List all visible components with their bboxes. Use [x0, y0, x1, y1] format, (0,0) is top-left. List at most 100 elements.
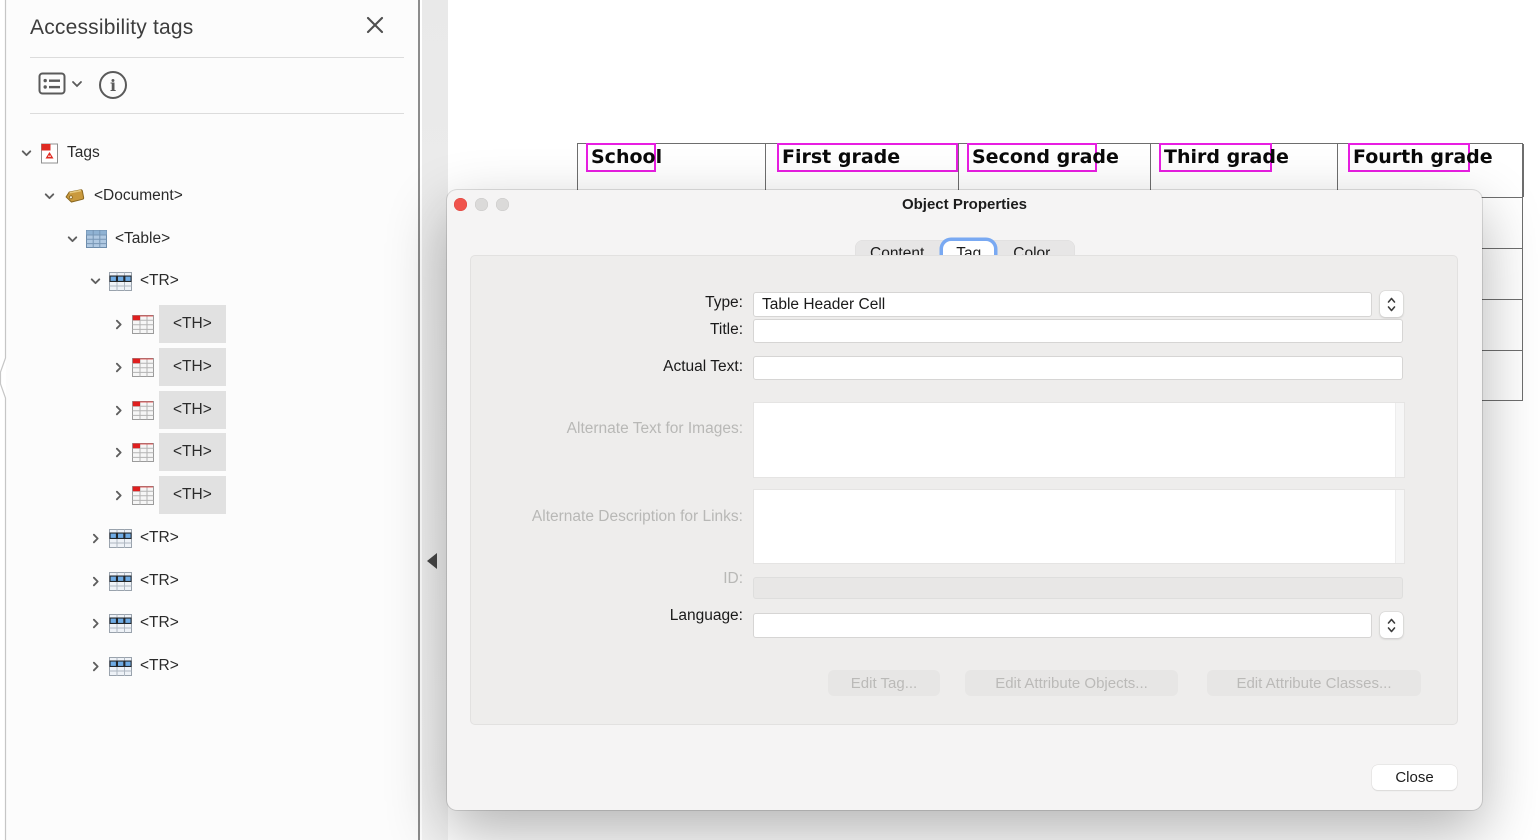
- table-header-icon: [132, 401, 154, 420]
- divider: [30, 57, 404, 58]
- table-header-text: Second grade: [969, 146, 1119, 168]
- tree-item-label[interactable]: <TR>: [137, 572, 182, 590]
- table-header-icon: [132, 443, 154, 462]
- tree-item-label[interactable]: <TH>: [159, 391, 226, 429]
- tree-item-label[interactable]: <TH>: [159, 433, 226, 471]
- table-row-icon: [109, 529, 132, 548]
- chevron-right-icon[interactable]: [108, 361, 128, 374]
- type-stepper[interactable]: [1380, 291, 1403, 317]
- type-label: Type:: [483, 294, 743, 312]
- table-header-icon: [132, 315, 154, 334]
- tree-item-label[interactable]: <Document>: [91, 187, 186, 205]
- chevron-right-icon[interactable]: [85, 660, 105, 673]
- tree-item-tr[interactable]: <TR>: [6, 602, 418, 644]
- chevron-right-icon[interactable]: [85, 532, 105, 545]
- chevron-down-icon[interactable]: [16, 147, 36, 160]
- svg-text:i: i: [110, 76, 116, 95]
- scrollbar-track: [1395, 403, 1404, 477]
- chevron-right-icon[interactable]: [108, 446, 128, 459]
- tree-item-tr[interactable]: <TR>: [6, 260, 418, 302]
- chevron-right-icon[interactable]: [85, 617, 105, 630]
- chevron-down-icon[interactable]: [39, 190, 59, 203]
- info-icon: i: [98, 70, 128, 100]
- pdf-icon: [40, 143, 59, 164]
- edit-attribute-classes-button: Edit Attribute Classes...: [1207, 670, 1421, 696]
- close-dialog-button[interactable]: Close: [1372, 765, 1457, 790]
- id-label: ID:: [483, 570, 743, 588]
- tree-item-label[interactable]: <Table>: [112, 230, 173, 248]
- tree-item-th[interactable]: <TH>: [6, 303, 418, 345]
- info-button[interactable]: i: [98, 70, 128, 100]
- tree-item-label[interactable]: <TH>: [159, 348, 226, 386]
- alt-desc-links-label: Alternate Description for Links:: [483, 508, 743, 526]
- tree-item-tr[interactable]: <TR>: [6, 517, 418, 559]
- actual-text-label: Actual Text:: [483, 358, 743, 376]
- chevron-down-icon[interactable]: [62, 233, 82, 246]
- title-input[interactable]: [753, 319, 1403, 343]
- stepper-arrows-icon: [1387, 297, 1396, 312]
- language-input[interactable]: [753, 613, 1372, 638]
- id-input: [753, 577, 1403, 599]
- language-stepper[interactable]: [1380, 612, 1403, 638]
- alt-text-images-textarea: [753, 402, 1405, 478]
- tree-item-document[interactable]: <Document>: [6, 175, 418, 217]
- table-header-text: School: [588, 146, 662, 168]
- language-label: Language:: [483, 607, 743, 625]
- tree-item-label[interactable]: <TH>: [159, 305, 226, 343]
- alt-text-images-label: Alternate Text for Images:: [483, 420, 743, 438]
- actual-text-input[interactable]: [753, 356, 1403, 380]
- tag-highlight-box: First grade: [777, 143, 958, 172]
- tag-options-button[interactable]: [38, 72, 83, 96]
- tree-item-label[interactable]: <TH>: [159, 476, 226, 514]
- tag-highlight-box: Second grade: [967, 143, 1097, 172]
- tree-item-th[interactable]: <TH>: [6, 346, 418, 388]
- chevron-right-icon[interactable]: [108, 318, 128, 331]
- tree-item-th[interactable]: <TH>: [6, 474, 418, 516]
- tree-item-label[interactable]: Tags: [64, 144, 103, 162]
- table-row-icon: [109, 572, 132, 591]
- close-panel-button[interactable]: [364, 14, 392, 42]
- table-header-text: First grade: [779, 146, 900, 168]
- edit-tag-button: Edit Tag...: [828, 670, 940, 696]
- divider: [30, 113, 404, 114]
- tag-options-icon: [38, 72, 66, 96]
- tree-item-tr[interactable]: <TR>: [6, 645, 418, 687]
- chevron-down-icon[interactable]: [85, 275, 105, 288]
- title-label: Title:: [483, 321, 743, 339]
- tree-item-table[interactable]: <Table>: [6, 218, 418, 260]
- panel-edge-notch: [0, 0, 10, 840]
- dialog-title: Object Properties: [447, 196, 1482, 213]
- panel-gutter: [422, 0, 448, 840]
- tag-highlight-box: Fourth grade: [1348, 143, 1470, 172]
- tree-item-label[interactable]: <TR>: [137, 529, 182, 547]
- tree-item-label[interactable]: <TR>: [137, 614, 182, 632]
- table-icon: [86, 230, 107, 248]
- object-properties-dialog: Object Properties Content Tag Color Type…: [447, 190, 1482, 810]
- collapse-panel-arrow-icon[interactable]: [427, 553, 437, 569]
- tree-item-th[interactable]: <TH>: [6, 389, 418, 431]
- table-row-icon: [109, 272, 132, 291]
- table-row-icon: [109, 614, 132, 633]
- stepper-arrows-icon: [1387, 618, 1396, 633]
- table-row-icon: [109, 657, 132, 676]
- close-icon: [364, 14, 386, 36]
- chevron-right-icon[interactable]: [85, 575, 105, 588]
- table-header-text: Fourth grade: [1350, 146, 1493, 168]
- panel-title: Accessibility tags: [30, 16, 194, 40]
- tree-item-th[interactable]: <TH>: [6, 431, 418, 473]
- tree-item-label[interactable]: <TR>: [137, 657, 182, 675]
- tag-icon: [63, 186, 86, 207]
- scrollbar-track: [1395, 490, 1404, 563]
- type-input[interactable]: [753, 292, 1372, 317]
- alt-desc-links-textarea: [753, 489, 1405, 564]
- chevron-right-icon[interactable]: [108, 489, 128, 502]
- tree-item-label[interactable]: <TR>: [137, 272, 182, 290]
- tree-item-tags[interactable]: Tags: [6, 132, 418, 174]
- left-panel-rail: [0, 0, 10, 840]
- table-header-text: Third grade: [1161, 146, 1289, 168]
- chevron-right-icon[interactable]: [108, 404, 128, 417]
- table-header-icon: [132, 358, 154, 377]
- tree-item-tr[interactable]: <TR>: [6, 560, 418, 602]
- edit-attribute-objects-button: Edit Attribute Objects...: [965, 670, 1178, 696]
- app-window: Accessibility tags i: [0, 0, 1540, 840]
